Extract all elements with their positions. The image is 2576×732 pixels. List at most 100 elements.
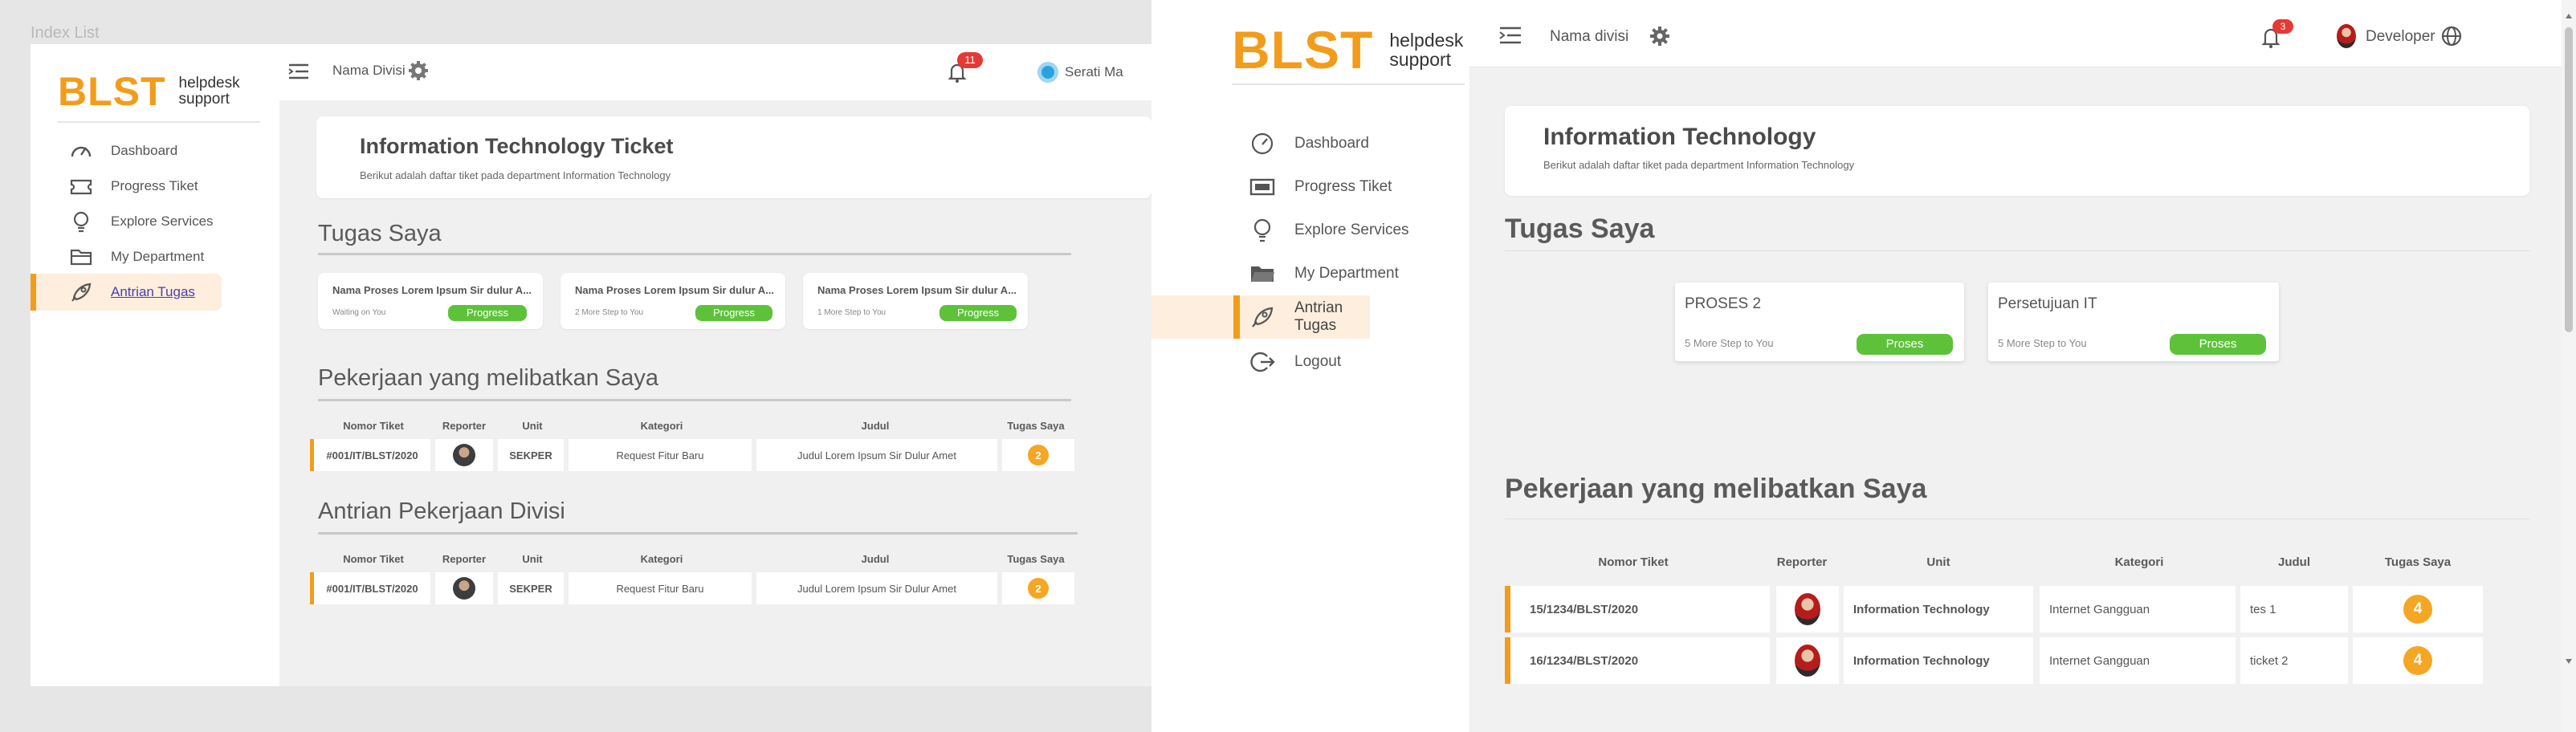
- logo[interactable]: BLST helpdesk support: [1232, 19, 1463, 80]
- sidebar-item-label: Explore Services: [111, 214, 214, 229]
- ticket-icon: [1249, 178, 1275, 196]
- globe-icon[interactable]: [2441, 26, 2462, 47]
- avatar[interactable]: [2337, 24, 2356, 48]
- cell-unit: Information Technology: [1844, 637, 2033, 684]
- task-status-pill[interactable]: Progress: [695, 305, 772, 321]
- task-card[interactable]: Nama Proses Lorem Ipsum Sir dulur A... W…: [318, 273, 543, 329]
- reporter-cell: [435, 572, 493, 604]
- sidebar-item-label: Antrian Tugas: [1294, 299, 1343, 334]
- tugas-saya-title: Tugas Saya: [318, 221, 442, 246]
- task-subtitle: 5 More Step to You: [1685, 337, 1774, 349]
- sidebar-item-antrian-tugas[interactable]: Antrian Tugas: [31, 274, 222, 311]
- cell-tugas-saya: 2: [1002, 572, 1074, 604]
- antrian-pekerjaan-title: Antrian Pekerjaan Divisi: [318, 498, 565, 524]
- notification-badge: 3: [2272, 19, 2293, 34]
- column-header-judul: Judul: [2278, 555, 2310, 569]
- task-subtitle: 2 More Step to You: [575, 308, 644, 317]
- sidebar-item-progress-tiket[interactable]: Progress Tiket: [1151, 165, 1457, 209]
- sidebar-item-logout[interactable]: Logout: [1151, 340, 1457, 384]
- rocket-icon: [71, 283, 92, 302]
- page-title: Information Technology Ticket: [360, 134, 674, 158]
- sidebar-item-antrian-tugas[interactable]: Antrian Tugas: [1151, 295, 1370, 339]
- cell-nomor-tiket[interactable]: #001/IT/BLST/2020: [310, 439, 430, 471]
- section-divider: [318, 532, 1078, 535]
- cell-judul: Judul Lorem Ipsum Sir Dulur Amet: [756, 572, 997, 604]
- left-app-window: BLST helpdesk support Dashboard Progress…: [31, 44, 1151, 686]
- section-divider: [318, 253, 1071, 255]
- active-indicator: [31, 274, 36, 311]
- task-status-pill[interactable]: Progress: [940, 305, 1017, 321]
- division-name[interactable]: Nama divisi: [1550, 28, 1628, 46]
- task-title: Nama Proses Lorem Ipsum Sir dulur A...: [332, 284, 532, 296]
- cell-judul: ticket 2: [2240, 637, 2348, 684]
- task-status-pill[interactable]: Progress: [448, 305, 527, 321]
- logout-icon: [1250, 352, 1275, 372]
- task-title: Persetujuan IT: [1998, 295, 2097, 312]
- sidebar-item-my-department[interactable]: My Department: [31, 238, 271, 275]
- task-title: Nama Proses Lorem Ipsum Sir dulur A...: [575, 284, 775, 296]
- gear-icon[interactable]: [1649, 26, 1670, 47]
- cell-nomor-tiket[interactable]: #001/IT/BLST/2020: [310, 572, 430, 604]
- column-header-kategori: Kategori: [640, 420, 683, 432]
- active-indicator: [1233, 295, 1240, 339]
- scroll-up-arrow-icon[interactable]: [2565, 13, 2573, 19]
- lightbulb-icon: [1253, 218, 1271, 242]
- tugas-count-badge: 2: [1028, 445, 1049, 466]
- task-status-pill[interactable]: Proses: [1857, 334, 1953, 355]
- tugas-saya-title: Tugas Saya: [1505, 214, 1655, 244]
- sidebar-item-my-department[interactable]: My Department: [1151, 252, 1457, 295]
- cell-kategori: Request Fitur Baru: [569, 439, 752, 471]
- task-title: PROSES 2: [1685, 295, 1762, 312]
- tugas-count-badge: 4: [2403, 595, 2432, 624]
- task-card[interactable]: PROSES 2 5 More Step to You Proses: [1675, 283, 1964, 361]
- task-title: Nama Proses Lorem Ipsum Sir dulur A...: [817, 284, 1017, 296]
- logo[interactable]: BLST helpdesk support: [58, 68, 240, 115]
- gauge-icon: [1251, 132, 1274, 155]
- sidebar-item-explore-services[interactable]: Explore Services: [1151, 209, 1457, 252]
- logo-text: BLST: [1232, 20, 1374, 79]
- left-sidebar: BLST helpdesk support Dashboard Progress…: [31, 44, 279, 686]
- sidebar-item-explore-services[interactable]: Explore Services: [31, 203, 271, 240]
- task-subtitle: 1 More Step to You: [817, 308, 887, 317]
- logo-divider: [1232, 83, 1465, 85]
- reporter-avatar: [1795, 593, 1820, 625]
- sidebar-item-progress-tiket[interactable]: Progress Tiket: [31, 168, 271, 205]
- avatar[interactable]: [1037, 62, 1058, 83]
- menu-collapse-icon[interactable]: [287, 62, 310, 81]
- sidebar-item-label: Dashboard: [1294, 135, 1369, 152]
- sidebar-item-label: Progress Tiket: [1294, 178, 1392, 195]
- task-card[interactable]: Persetujuan IT 5 More Step to You Proses: [1988, 283, 2279, 361]
- sidebar-item-dashboard[interactable]: Dashboard: [31, 132, 271, 169]
- menu-collapse-icon[interactable]: [1498, 26, 1522, 45]
- column-header-reporter: Reporter: [1776, 555, 1828, 569]
- cell-kategori: Internet Gangguan: [2040, 637, 2236, 684]
- column-header-kategori: Kategori: [2114, 555, 2164, 569]
- sidebar-item-dashboard[interactable]: Dashboard: [1151, 122, 1457, 165]
- cell-unit: SEKPER: [498, 572, 564, 604]
- column-header-tugas-saya: Tugas Saya: [2384, 555, 2452, 569]
- division-name[interactable]: Nama Divisi: [332, 63, 406, 79]
- logo-tagline: helpdesk support: [178, 75, 240, 108]
- user-name[interactable]: Serati Ma: [1065, 64, 1123, 80]
- column-header-tugas-saya: Tugas Saya: [1007, 553, 1065, 565]
- column-header-unit: Unit: [1926, 555, 1950, 569]
- cell-nomor-tiket[interactable]: 16/1234/BLST/2020: [1505, 637, 1770, 684]
- cell-nomor-tiket[interactable]: 15/1234/BLST/2020: [1505, 586, 1770, 632]
- user-name[interactable]: Developer: [2366, 28, 2435, 46]
- page-subtitle: Berikut adalah daftar tiket pada departm…: [1543, 159, 1855, 171]
- column-header-judul: Judul: [861, 553, 890, 565]
- scroll-down-arrow-icon[interactable]: [2565, 658, 2573, 665]
- task-card[interactable]: Nama Proses Lorem Ipsum Sir dulur A... 2…: [560, 273, 785, 329]
- reporter-cell: [1776, 637, 1839, 684]
- task-status-pill[interactable]: Proses: [2170, 334, 2266, 355]
- cell-judul: tes 1: [2240, 586, 2348, 632]
- gear-icon[interactable]: [408, 60, 429, 81]
- sidebar-item-label: My Department: [111, 249, 205, 264]
- scrollbar-thumb[interactable]: [2565, 27, 2573, 332]
- logo-tagline: helpdesk support: [1389, 29, 1464, 70]
- tugas-count-badge: 2: [1028, 578, 1049, 599]
- section-divider: [1505, 518, 2529, 519]
- cell-tugas-saya: 2: [1002, 439, 1074, 471]
- sidebar-item-label: Progress Tiket: [111, 178, 198, 193]
- task-card[interactable]: Nama Proses Lorem Ipsum Sir dulur A... 1…: [803, 273, 1028, 329]
